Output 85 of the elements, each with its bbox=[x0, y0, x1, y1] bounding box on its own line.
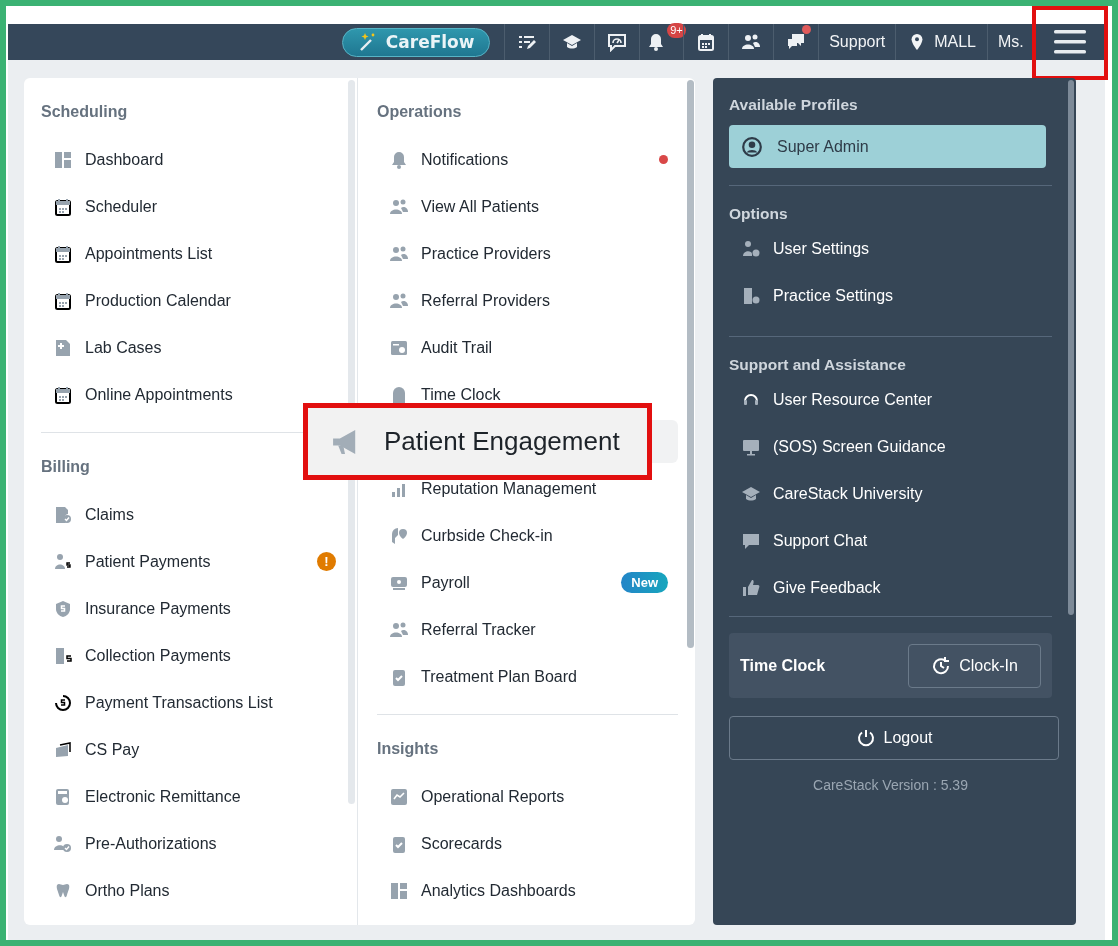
menu-item[interactable]: Practice Providers bbox=[421, 244, 551, 263]
menu-item[interactable]: Support Chat bbox=[773, 531, 868, 550]
menu-item[interactable]: (SOS) Screen Guidance bbox=[773, 437, 946, 456]
menu-item[interactable]: Notifications bbox=[421, 150, 509, 169]
menu-item[interactable]: Practice Settings bbox=[773, 286, 894, 305]
location-check-icon bbox=[389, 525, 409, 546]
menu-item[interactable]: Operational Reports bbox=[421, 787, 565, 806]
menu-item[interactable]: Claims bbox=[85, 505, 134, 524]
building-gear-icon bbox=[741, 285, 761, 306]
callout-label: Patient Engagement bbox=[384, 426, 620, 457]
dollar-cycle-icon bbox=[53, 692, 73, 713]
calendar-icon bbox=[53, 243, 73, 264]
menu-item[interactable]: Give Feedback bbox=[773, 578, 881, 597]
menu-item[interactable]: Production Calendar bbox=[85, 291, 231, 310]
person-dollar-icon bbox=[53, 551, 73, 572]
menu-item[interactable]: Ortho Plans bbox=[85, 881, 170, 900]
speedometer-icon[interactable] bbox=[607, 32, 628, 52]
thumbs-up-icon bbox=[741, 577, 761, 598]
section-heading: Operations bbox=[377, 102, 463, 122]
calendar-icon[interactable] bbox=[696, 32, 717, 52]
clock-in-button[interactable]: Clock-In bbox=[908, 643, 1041, 688]
menu-item[interactable]: Lab Cases bbox=[85, 338, 162, 357]
menu-item[interactable]: Collection Payments bbox=[85, 646, 231, 665]
scrollbar[interactable] bbox=[1068, 80, 1074, 615]
menu-item[interactable]: Patient Payments bbox=[85, 552, 211, 571]
section-heading: Insights bbox=[377, 739, 440, 759]
section-heading: Billing bbox=[41, 457, 91, 477]
alert-badge: ! bbox=[317, 552, 336, 571]
menu-item[interactable]: Dashboard bbox=[85, 150, 164, 169]
menu-item[interactable]: User Settings bbox=[773, 239, 870, 258]
profile-button[interactable]: Super Admin bbox=[729, 125, 1046, 168]
menu-item[interactable]: Referral Tracker bbox=[421, 620, 536, 639]
notification-count: 9+ bbox=[667, 23, 686, 38]
version-label: CareStack Version : 5.39 bbox=[812, 777, 969, 793]
menu-item[interactable]: CS Pay bbox=[85, 740, 140, 759]
user-circle-icon bbox=[741, 135, 763, 158]
card-icon bbox=[53, 739, 73, 760]
section-heading: Options bbox=[729, 204, 789, 224]
bell-icon bbox=[389, 149, 409, 170]
calendar-icon bbox=[53, 384, 73, 405]
line-chart-icon bbox=[389, 786, 409, 807]
menu-item[interactable]: Appointments List bbox=[85, 244, 213, 263]
menu-item[interactable]: Time Clock bbox=[421, 385, 501, 404]
menu-item[interactable]: Payroll bbox=[421, 573, 470, 592]
menu-item[interactable]: Online Appointments bbox=[85, 385, 233, 404]
menu-item[interactable]: Audit Trail bbox=[421, 338, 493, 357]
unread-dot bbox=[659, 155, 668, 164]
dashboard-icon bbox=[389, 880, 409, 901]
menu-item[interactable]: Payment Transactions List bbox=[85, 693, 273, 712]
menu-item[interactable]: Insurance Payments bbox=[85, 599, 231, 618]
chat-icon[interactable] bbox=[786, 32, 807, 52]
section-heading: Available Profiles bbox=[729, 95, 859, 115]
menu-item[interactable]: Analytics Dashboards bbox=[421, 881, 576, 900]
dashboard-icon bbox=[53, 149, 73, 170]
careflow-button[interactable]: CareFlow bbox=[342, 27, 491, 57]
menu-item[interactable]: View All Patients bbox=[421, 197, 539, 216]
shield-dollar-icon bbox=[53, 598, 73, 619]
menu-item[interactable]: Referral Providers bbox=[421, 291, 550, 310]
calendar-icon bbox=[53, 196, 73, 217]
section-heading: Support and Assistance bbox=[729, 355, 907, 375]
menu-item[interactable]: Pre-Authorizations bbox=[85, 834, 217, 853]
time-clock-label: Time Clock bbox=[740, 656, 826, 675]
menu-item[interactable]: Scorecards bbox=[421, 834, 502, 853]
building-icon bbox=[53, 645, 73, 666]
document-check-icon bbox=[53, 504, 73, 525]
section-heading: Scheduling bbox=[41, 102, 129, 122]
menu-item[interactable]: Scheduler bbox=[85, 197, 158, 216]
calendar-icon bbox=[53, 290, 73, 311]
menu-item[interactable]: CareStack University bbox=[773, 484, 923, 503]
location-label[interactable]: MALL bbox=[934, 33, 976, 51]
clock-icon bbox=[931, 655, 952, 676]
menu-item[interactable]: Reputation Management bbox=[421, 479, 597, 498]
menu-item[interactable]: User Resource Center bbox=[773, 390, 933, 409]
document-plus-icon bbox=[53, 337, 73, 358]
user-name[interactable]: Ms. bbox=[998, 33, 1024, 51]
menu-item[interactable]: Curbside Check-in bbox=[421, 526, 553, 545]
power-icon bbox=[855, 728, 876, 748]
logout-button[interactable]: Logout bbox=[729, 716, 1059, 760]
new-badge: New bbox=[621, 572, 668, 593]
menu-item[interactable]: Treatment Plan Board bbox=[421, 667, 577, 686]
scrollbar[interactable] bbox=[687, 80, 694, 648]
people-icon[interactable] bbox=[741, 32, 762, 52]
menu-item[interactable]: Electronic Remittance bbox=[85, 787, 241, 806]
user-gear-icon bbox=[741, 238, 761, 259]
person-check-icon bbox=[53, 833, 73, 854]
